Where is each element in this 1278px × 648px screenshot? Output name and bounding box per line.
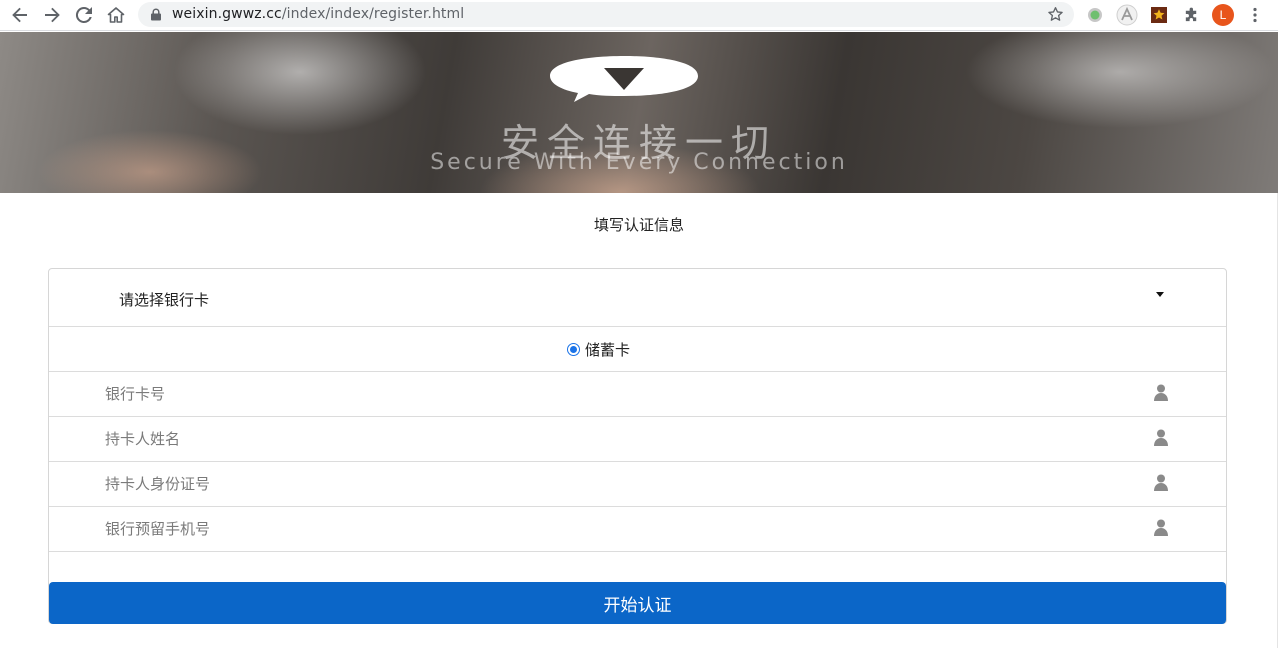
user-icon [1154, 474, 1168, 491]
card-number-input[interactable] [105, 383, 1105, 405]
browser-toolbar: weixin.gwwz.cc/index/index/register.html… [0, 0, 1278, 31]
bookmark-star-icon[interactable] [1047, 6, 1064, 23]
banner-title-en: Secure With Every Connection [430, 150, 848, 175]
speech-bubble-logo-icon [550, 56, 698, 102]
phone-number-input[interactable] [105, 518, 1105, 540]
card-number-row [49, 372, 1226, 417]
puzzle-icon[interactable] [1180, 4, 1202, 26]
lock-icon [151, 8, 161, 21]
user-icon [1154, 384, 1168, 401]
url-text: weixin.gwwz.cc/index/index/register.html [172, 6, 465, 22]
extension-a-icon[interactable] [1116, 4, 1138, 26]
debit-card-radio[interactable]: 储蓄卡 [567, 339, 630, 360]
profile-avatar[interactable]: L [1212, 4, 1234, 26]
user-icon [1154, 429, 1168, 446]
reload-icon[interactable] [72, 4, 96, 26]
user-icon [1154, 519, 1168, 536]
debit-card-label: 储蓄卡 [585, 341, 631, 359]
cardholder-name-row [49, 417, 1226, 462]
hero-banner: 安全连接一切 Secure With Every Connection [0, 32, 1278, 193]
extension-green-icon[interactable] [1084, 4, 1106, 26]
caret-down-icon [1156, 292, 1164, 297]
bank-select-label: 请选择银行卡 [119, 291, 210, 309]
id-number-row [49, 462, 1226, 507]
phone-number-row [49, 507, 1226, 552]
menu-dots-icon[interactable] [1244, 4, 1266, 26]
forward-arrow-icon[interactable] [40, 4, 64, 26]
bank-select[interactable]: 请选择银行卡 [49, 269, 1226, 327]
start-verification-button[interactable]: 开始认证 [49, 582, 1226, 624]
back-arrow-icon[interactable] [8, 4, 32, 26]
home-icon[interactable] [104, 4, 128, 26]
verification-form: 请选择银行卡 储蓄卡 开始认证 [48, 268, 1227, 624]
radio-checked-icon[interactable] [567, 343, 580, 356]
address-bar[interactable]: weixin.gwwz.cc/index/index/register.html [138, 2, 1074, 27]
extension-star-icon[interactable] [1148, 4, 1170, 26]
form-title: 填写认证信息 [593, 216, 684, 234]
id-number-input[interactable] [105, 473, 1105, 495]
card-type-row: 储蓄卡 [49, 327, 1226, 372]
cardholder-name-input[interactable] [105, 428, 1105, 450]
